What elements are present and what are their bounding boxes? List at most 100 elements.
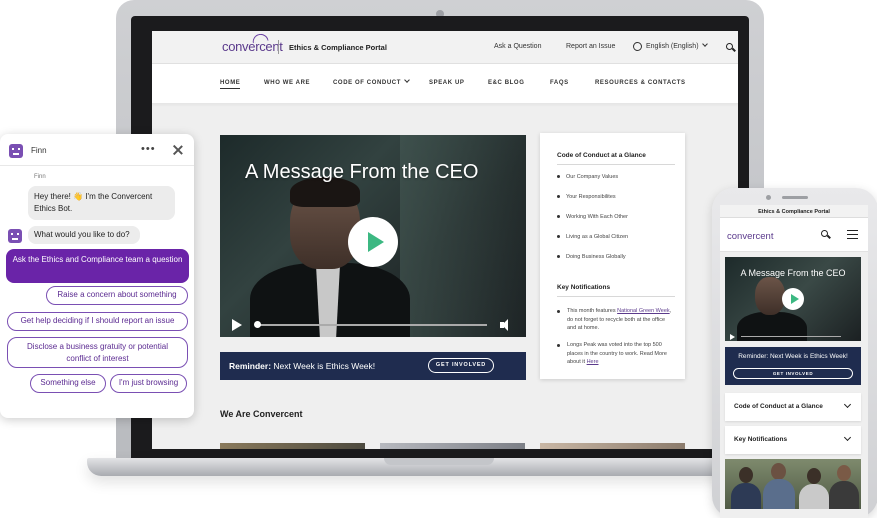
- bot-avatar-icon: [9, 144, 23, 158]
- main-nav: HOME WHO WE ARE CODE OF CONDUCT SPEAK UP…: [152, 64, 738, 104]
- nav-resources-contacts[interactable]: RESOURCES & CONTACTS: [595, 80, 686, 86]
- nav-who-we-are[interactable]: WHO WE ARE: [264, 80, 310, 86]
- video-title: A Message From the CEO: [245, 161, 479, 183]
- photo-person: [739, 467, 753, 483]
- small-play-icon[interactable]: [232, 319, 242, 331]
- greeting-bubble: Hey there! 👋 I'm the Convercent Ethics B…: [28, 186, 175, 220]
- nav-speak-up[interactable]: SPEAK UP: [429, 80, 464, 86]
- ask-question-link[interactable]: Ask a Question: [494, 43, 541, 50]
- divider: [278, 40, 279, 54]
- mobile-reminder-text: Reminder: Next Week is Ethics Week!: [738, 353, 848, 360]
- mobile-reminder-banner: Reminder: Next Week is Ethics Week! GET …: [725, 347, 861, 385]
- chevron-down-icon: [843, 433, 852, 442]
- raise-concern-option[interactable]: Raise a concern about something: [46, 286, 188, 305]
- ask-team-option[interactable]: Ask the Ethics and Compliance team a que…: [6, 249, 189, 283]
- video-scrubber[interactable]: [254, 321, 261, 328]
- disclose-option[interactable]: Disclose a business gratuity or potentia…: [7, 337, 188, 368]
- accordion-code-of-conduct[interactable]: Code of Conduct at a Glance: [725, 393, 861, 421]
- get-help-option[interactable]: Get help deciding if I should report an …: [7, 312, 188, 331]
- photo-person: [807, 468, 821, 484]
- reminder-message: Next Week is Ethics Week!: [273, 361, 376, 371]
- video-person-head: [755, 277, 785, 315]
- nav-code-label: CODE OF CONDUCT: [333, 80, 401, 86]
- photo-thumbnail[interactable]: [220, 443, 365, 449]
- laptop-screen: convercent Ethics & Compliance Portal As…: [152, 31, 738, 449]
- nav-faqs[interactable]: FAQS: [550, 80, 569, 86]
- team-photo: [725, 459, 861, 509]
- photo-person: [799, 484, 829, 509]
- volume-icon[interactable]: [500, 319, 514, 331]
- mobile-get-involved-button[interactable]: GET INVOLVED: [733, 368, 853, 379]
- mobile-portal-title: Ethics & Compliance Portal: [758, 209, 830, 215]
- play-icon[interactable]: [348, 217, 398, 267]
- question-bubble: What would you like to do?: [28, 226, 140, 244]
- notification-item: Longs Peak was voted into the top 500 pl…: [557, 341, 675, 367]
- just-browsing-option[interactable]: I'm just browsing: [110, 374, 187, 393]
- phone-camera: [766, 195, 771, 200]
- photo-thumbnail[interactable]: [380, 443, 525, 449]
- code-item[interactable]: Our Company Values: [557, 174, 618, 180]
- sidebar-card: Code of Conduct at a Glance Our Company …: [540, 133, 685, 379]
- ceo-video[interactable]: A Message From the CEO: [220, 135, 526, 337]
- accordion-label: Code of Conduct at a Glance: [734, 403, 823, 410]
- chevron-down-icon: [404, 77, 410, 83]
- nav-ec-blog[interactable]: E&C BLOG: [488, 80, 524, 86]
- photo-person: [771, 463, 786, 480]
- national-green-week-link[interactable]: National Green Week: [617, 308, 669, 314]
- photo-thumbnail[interactable]: [540, 443, 685, 449]
- get-involved-button[interactable]: GET INVOLVED: [428, 358, 494, 373]
- notif-text: Longs Peak was voted into the top 500 pl…: [567, 342, 667, 365]
- mobile-top-bar: Ethics & Compliance Portal: [720, 205, 868, 218]
- mobile-ceo-video[interactable]: A Message From the CEO: [725, 257, 861, 341]
- chat-header: Finn •••: [0, 134, 194, 166]
- video-progress-track[interactable]: [257, 324, 487, 326]
- code-item[interactable]: Working With Each Other: [557, 214, 628, 220]
- phone-screen: Ethics & Compliance Portal convercent A …: [720, 205, 868, 518]
- play-icon[interactable]: [782, 288, 804, 310]
- here-link[interactable]: Here: [587, 359, 599, 365]
- divider: [557, 164, 675, 165]
- more-icon[interactable]: •••: [141, 144, 156, 155]
- chevron-down-icon: [843, 400, 852, 409]
- report-issue-link[interactable]: Report an Issue: [566, 43, 615, 50]
- section-title: We Are Convercent: [220, 409, 303, 419]
- chatbot-panel: Finn ••• Finn Hey there! 👋 I'm the Conve…: [0, 134, 194, 418]
- nav-home[interactable]: HOME: [220, 80, 241, 89]
- something-else-option[interactable]: Something else: [30, 374, 106, 393]
- notif-text: This month features: [567, 308, 618, 314]
- phone-speaker: [782, 196, 808, 199]
- photo-person: [731, 483, 761, 509]
- photo-person: [763, 479, 795, 509]
- video-progress-track[interactable]: [741, 336, 841, 337]
- photo-person: [829, 481, 859, 509]
- message-sender: Finn: [34, 174, 46, 180]
- accordion-key-notifications[interactable]: Key Notifications: [725, 426, 861, 454]
- code-item[interactable]: Doing Business Globally: [557, 254, 626, 260]
- mobile-logo[interactable]: convercent: [727, 231, 773, 242]
- globe-icon: [633, 42, 642, 51]
- small-play-icon[interactable]: [730, 334, 735, 340]
- hamburger-menu-icon[interactable]: [847, 230, 858, 239]
- code-item[interactable]: Living as a Global Citizen: [557, 234, 628, 240]
- accordion-label: Key Notifications: [734, 436, 788, 443]
- code-item[interactable]: Your Responsibilites: [557, 194, 616, 200]
- code-heading: Code of Conduct at a Glance: [557, 152, 646, 159]
- language-selector[interactable]: English (English): [646, 41, 708, 50]
- divider: [557, 296, 675, 297]
- marketing-composite: convercent Ethics & Compliance Portal As…: [0, 0, 877, 518]
- portal-title: Ethics & Compliance Portal: [289, 43, 387, 52]
- photo-person: [837, 465, 851, 481]
- reminder-banner: Reminder: Next Week is Ethics Week! GET …: [220, 352, 526, 380]
- close-icon[interactable]: [172, 144, 184, 156]
- search-icon[interactable]: [726, 43, 733, 50]
- search-icon[interactable]: [821, 230, 828, 237]
- reminder-text: Reminder: Next Week is Ethics Week!: [229, 361, 375, 371]
- notification-item: This month features National Green Week,…: [557, 307, 675, 333]
- notifications-heading: Key Notifications: [557, 284, 611, 291]
- language-label: English (English): [646, 43, 699, 50]
- site-top-bar: convercent Ethics & Compliance Portal As…: [152, 31, 738, 64]
- video-controls: [220, 311, 526, 337]
- mobile-video-title: A Message From the CEO: [740, 268, 846, 278]
- nav-code-of-conduct[interactable]: CODE OF CONDUCT: [333, 77, 410, 86]
- bot-name: Finn: [31, 146, 47, 155]
